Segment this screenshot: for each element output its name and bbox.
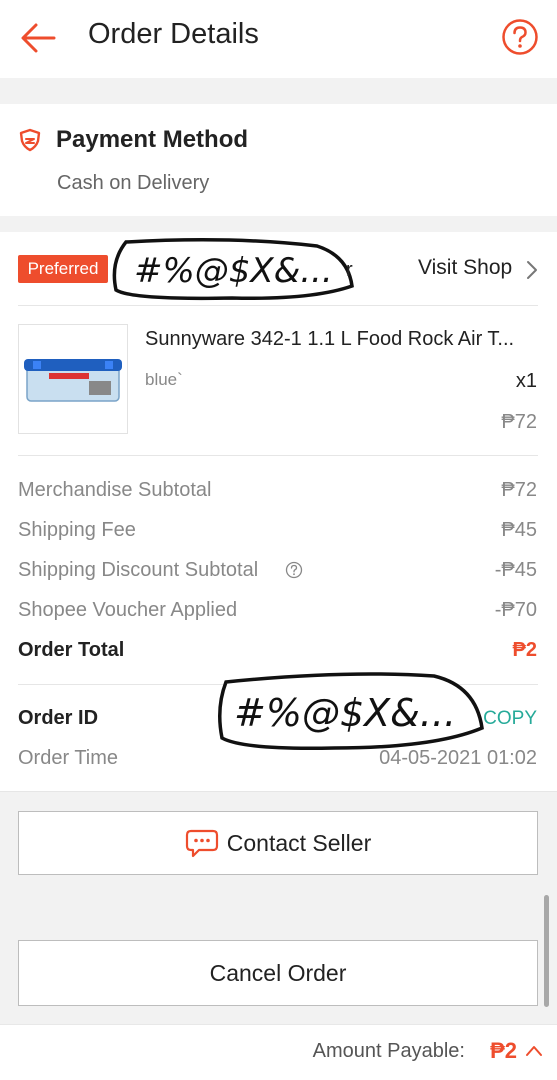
divider bbox=[0, 791, 557, 792]
chevron-up-icon[interactable] bbox=[524, 1042, 544, 1060]
preferred-badge: Preferred bbox=[18, 255, 108, 283]
order-id-label: Order ID bbox=[18, 707, 99, 729]
shipping-fee-value: ₱45 bbox=[501, 519, 537, 541]
product-variant: blue` bbox=[145, 370, 183, 389]
order-time-value: 04-05-2021 01:02 bbox=[379, 747, 537, 769]
contact-seller-button[interactable]: Contact Seller bbox=[18, 811, 538, 875]
scrollbar[interactable] bbox=[544, 895, 549, 1007]
shop-name-redacted: #%@$X&... bbox=[134, 251, 333, 291]
merchandise-subtotal-label: Merchandise Subtotal bbox=[18, 479, 212, 501]
page-title: Order Details bbox=[88, 18, 259, 50]
payment-method-section bbox=[0, 104, 557, 216]
product-name[interactable]: Sunnyware 342-1 1.1 L Food Rock Air T... bbox=[145, 328, 540, 351]
payment-method-value: Cash on Delivery bbox=[57, 172, 210, 194]
amount-payable-value: ₱2 bbox=[490, 1038, 517, 1063]
contact-seller-label: Contact Seller bbox=[226, 829, 372, 856]
amount-payable-label: Amount Payable: bbox=[312, 1040, 465, 1062]
order-total-value: ₱2 bbox=[512, 639, 537, 661]
shield-icon bbox=[19, 128, 41, 152]
merchandise-subtotal-value: ₱72 bbox=[501, 479, 537, 501]
voucher-applied-value: -₱70 bbox=[494, 599, 537, 621]
payment-footer bbox=[0, 1024, 557, 1080]
chat-bubble-icon bbox=[185, 829, 218, 858]
shipping-fee-label: Shipping Fee bbox=[18, 519, 136, 541]
voucher-applied-label: Shopee Voucher Applied bbox=[18, 599, 238, 621]
shipping-discount-value: -₱45 bbox=[494, 559, 537, 581]
product-quantity: x1 bbox=[515, 370, 537, 392]
chevron-right-icon[interactable] bbox=[524, 258, 540, 282]
arrow-left-icon[interactable] bbox=[18, 20, 58, 56]
divider bbox=[18, 455, 538, 456]
food-container-image bbox=[24, 359, 122, 402]
product-thumbnail[interactable] bbox=[18, 324, 128, 434]
divider bbox=[18, 305, 538, 306]
cancel-order-button[interactable]: Cancel Order bbox=[18, 940, 538, 1006]
section-divider bbox=[0, 78, 557, 104]
question-circle-icon[interactable] bbox=[501, 18, 539, 56]
order-time-label: Order Time bbox=[18, 747, 119, 769]
order-id-redacted: #%@$X&... bbox=[234, 691, 456, 735]
order-total-label: Order Total bbox=[18, 639, 125, 661]
order-id-redaction: #%@$X&... bbox=[218, 672, 484, 751]
payment-method-title: Payment Method bbox=[56, 126, 249, 153]
product-price: ₱72 bbox=[501, 411, 537, 433]
shop-name-tail: r bbox=[346, 259, 353, 281]
shipping-discount-label: Shipping Discount Subtotal bbox=[18, 559, 259, 581]
visit-shop-link[interactable]: Visit Shop bbox=[418, 256, 512, 280]
copy-order-id-button[interactable]: COPY bbox=[483, 708, 537, 730]
app-header bbox=[0, 0, 557, 78]
info-question-icon[interactable] bbox=[285, 561, 303, 579]
shop-name-redaction: #%@$X&... bbox=[112, 238, 354, 301]
